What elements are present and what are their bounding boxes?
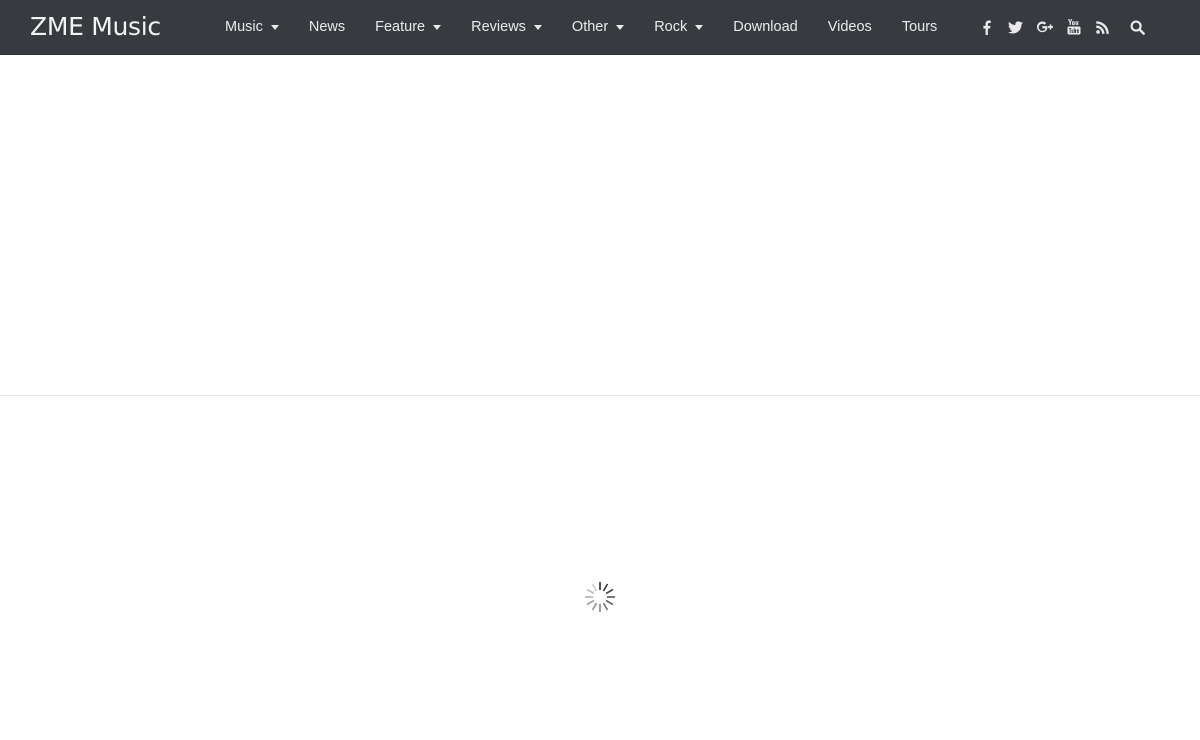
nav-item-rock[interactable]: Rock	[639, 0, 718, 54]
twitter-icon[interactable]	[1001, 0, 1030, 54]
spinner-spoke	[605, 599, 614, 606]
caret-down-icon	[533, 25, 542, 30]
main-nav: Music News Feature Reviews Other Rock Do…	[210, 0, 952, 54]
nav-item-label: Videos	[827, 19, 872, 35]
site-header: ZME Music Music News Feature Reviews Oth…	[0, 0, 1200, 55]
site-logo[interactable]: ZME Music	[30, 12, 161, 42]
spinner-spoke	[591, 583, 598, 592]
nav-item-tours[interactable]: Tours	[887, 0, 952, 54]
spinner-spoke	[586, 599, 595, 606]
nav-item-label: Rock	[654, 19, 688, 35]
nav-item-download[interactable]: Download	[718, 0, 813, 54]
spinner-spoke	[591, 602, 598, 611]
spinner-spoke	[586, 588, 595, 595]
youtube-icon[interactable]	[1059, 0, 1088, 54]
nav-item-label: Reviews	[471, 19, 526, 35]
nav-item-label: News	[308, 19, 346, 35]
facebook-icon[interactable]	[972, 0, 1001, 54]
nav-item-label: Music	[225, 19, 263, 35]
nav-item-label: Download	[733, 19, 798, 35]
nav-item-music[interactable]: Music	[210, 0, 294, 54]
spinner-spoke	[605, 588, 614, 595]
search-icon[interactable]	[1123, 0, 1152, 54]
loading-spinner-icon	[583, 580, 617, 614]
nav-item-label: Tours	[901, 19, 938, 35]
hero-placeholder	[0, 55, 1200, 396]
nav-item-feature[interactable]: Feature	[360, 0, 456, 54]
caret-down-icon	[695, 25, 704, 30]
nav-item-label: Other	[571, 19, 609, 35]
spinner-spoke	[602, 602, 609, 611]
caret-down-icon	[616, 25, 625, 30]
caret-down-icon	[433, 25, 442, 30]
spinner-spoke	[602, 583, 609, 592]
google-plus-icon[interactable]	[1030, 0, 1059, 54]
social-links	[972, 0, 1152, 54]
rss-icon[interactable]	[1088, 0, 1117, 54]
nav-item-reviews[interactable]: Reviews	[456, 0, 557, 54]
nav-item-other[interactable]: Other	[557, 0, 639, 54]
nav-item-news[interactable]: News	[294, 0, 360, 54]
caret-down-icon	[270, 25, 279, 30]
nav-item-videos[interactable]: Videos	[813, 0, 887, 54]
nav-item-label: Feature	[375, 19, 426, 35]
